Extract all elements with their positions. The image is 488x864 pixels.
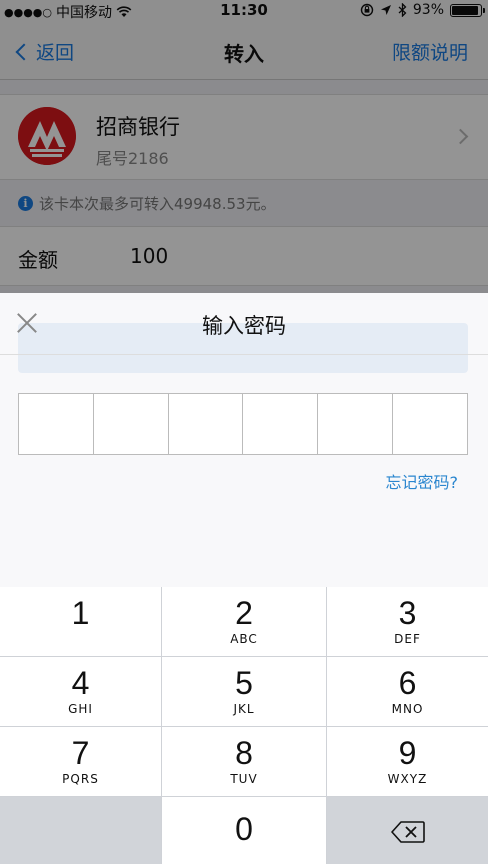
empty-key: [0, 797, 161, 864]
forgot-password-link[interactable]: 忘记密码?: [386, 469, 459, 493]
key-digit: 0: [235, 811, 253, 847]
key-digit: 2: [235, 595, 253, 631]
numeric-keypad: 1 2 ABC 3 DEF 4 GHI 5 JKL 6 MNO 7 PQRS 8…: [0, 587, 488, 864]
key-4[interactable]: 4 GHI: [0, 657, 161, 726]
key-letters: GHI: [68, 702, 93, 716]
key-digit: 1: [71, 595, 90, 631]
key-1[interactable]: 1: [0, 587, 161, 656]
pin-digit-box: [94, 394, 169, 454]
key-letters: MNO: [391, 702, 424, 716]
key-digit: 8: [235, 735, 253, 771]
key-digit: 3: [398, 595, 417, 631]
password-sheet: 输入密码 忘记密码?: [0, 293, 488, 587]
key-letters: ABC: [230, 632, 258, 646]
key-digit: 7: [71, 735, 90, 771]
backspace-icon: [391, 821, 425, 843]
key-7[interactable]: 7 PQRS: [0, 727, 161, 796]
key-digit: 4: [71, 665, 90, 701]
key-9[interactable]: 9 WXYZ: [327, 727, 488, 796]
sheet-header: 输入密码: [0, 293, 488, 355]
pin-digit-box: [243, 394, 319, 454]
key-digit: 6: [398, 665, 417, 701]
key-6[interactable]: 6 MNO: [327, 657, 488, 726]
key-digit: 9: [398, 735, 417, 771]
key-3[interactable]: 3 DEF: [327, 587, 488, 656]
key-digit: 5: [235, 665, 253, 701]
pin-input[interactable]: [18, 393, 468, 455]
key-letters: PQRS: [62, 772, 99, 786]
key-letters: TUV: [230, 772, 258, 786]
pin-digit-box: [19, 394, 94, 454]
key-2[interactable]: 2 ABC: [162, 587, 326, 656]
key-letters: WXYZ: [387, 772, 428, 786]
pin-digit-box: [393, 394, 467, 454]
key-0[interactable]: 0: [162, 797, 326, 864]
key-letters: JKL: [233, 702, 255, 716]
pin-digit-box: [169, 394, 244, 454]
backspace-key[interactable]: [327, 797, 488, 864]
key-8[interactable]: 8 TUV: [162, 727, 326, 796]
key-letters: DEF: [394, 632, 421, 646]
pin-digit-box: [318, 394, 394, 454]
key-5[interactable]: 5 JKL: [162, 657, 326, 726]
sheet-title: 输入密码: [202, 314, 286, 338]
